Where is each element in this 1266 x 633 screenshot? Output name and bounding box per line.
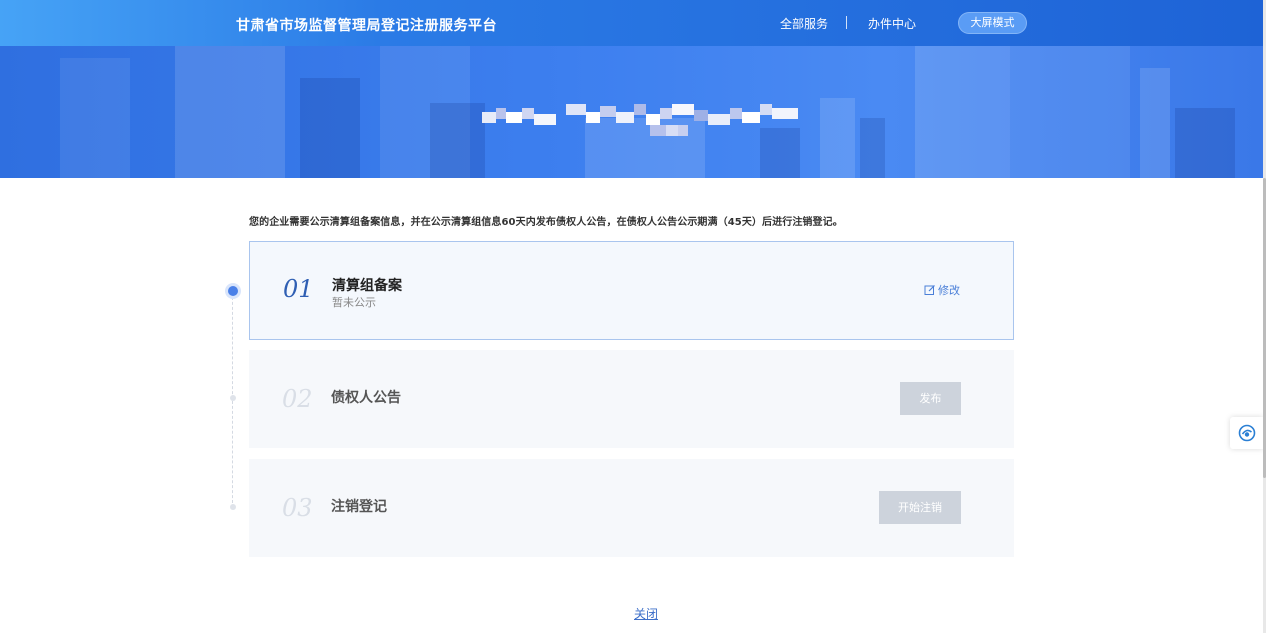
- edit-button[interactable]: 修改: [924, 282, 960, 298]
- floating-service-button[interactable]: [1230, 417, 1263, 449]
- nav-all-services[interactable]: 全部服务: [780, 15, 828, 32]
- timeline-dot-step-3: [230, 504, 236, 510]
- start-deregistration-button[interactable]: 开始注销: [879, 491, 961, 524]
- timeline-dot-step-2: [230, 395, 236, 401]
- site-title: 甘肃省市场监督管理局登记注册服务平台: [236, 18, 497, 34]
- edit-button-label: 修改: [938, 284, 960, 297]
- timeline-dot-active: [228, 286, 238, 296]
- step-title: 债权人公告: [331, 390, 401, 406]
- step-card-liquidation-filing: 01 清算组备案 暂未公示 修改: [249, 241, 1014, 340]
- step-number: 01: [283, 275, 314, 303]
- step-card-creditor-notice: 02 债权人公告 发布: [249, 350, 1014, 448]
- service-icon: [1238, 424, 1255, 442]
- publish-button[interactable]: 发布: [900, 382, 961, 415]
- step-number: 03: [282, 494, 313, 522]
- close-link[interactable]: 关闭: [634, 605, 658, 622]
- step-number: 02: [282, 385, 313, 413]
- pixelated-banner-title: [482, 104, 798, 136]
- step-title: 清算组备案: [332, 278, 402, 294]
- step-title: 注销登记: [331, 499, 387, 515]
- top-navbar: [0, 0, 1263, 46]
- header-banner: 甘肃省市场监督管理局登记注册服务平台 全部服务 办件中心 大屏模式: [0, 0, 1263, 178]
- nav-task-center[interactable]: 办件中心: [868, 15, 916, 32]
- screen-mode-button[interactable]: 大屏模式: [958, 12, 1027, 34]
- notice-text: 您的企业需要公示清算组备案信息，并在公示清算组信息60天内发布债权人公告，在债权…: [249, 217, 843, 228]
- step-card-deregistration: 03 注销登记 开始注销: [249, 459, 1014, 557]
- app-root: 甘肃省市场监督管理局登记注册服务平台 全部服务 办件中心 大屏模式 您的企业需要…: [0, 0, 1266, 633]
- nav-divider: [846, 16, 847, 29]
- edit-icon: [924, 285, 935, 295]
- step-status: 暂未公示: [332, 296, 376, 309]
